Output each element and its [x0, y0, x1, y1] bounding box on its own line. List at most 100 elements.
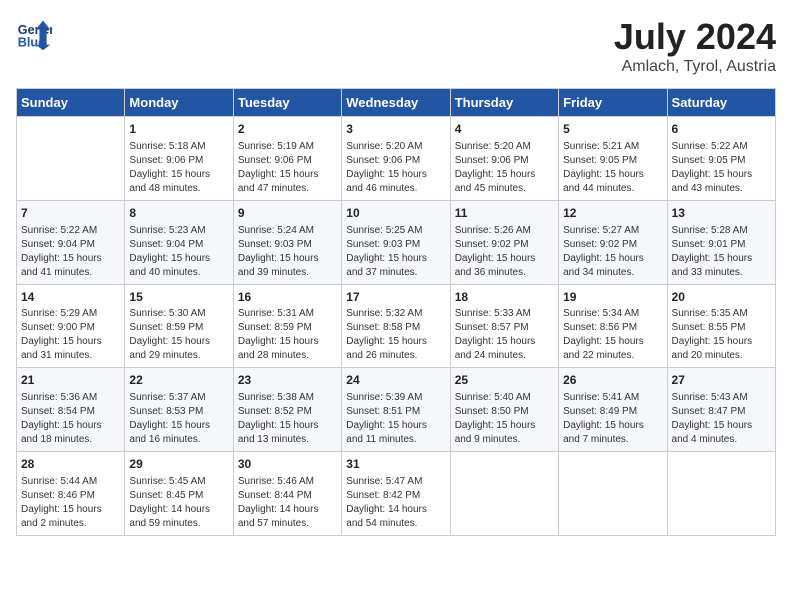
calendar-cell: 23 Sunrise: 5:38 AMSunset: 8:52 PMDayligh… — [233, 368, 341, 452]
calendar-cell — [667, 452, 775, 536]
calendar-week-row: 21Sunrise: 5:36 AMSunset: 8:54 PMDayligh… — [17, 368, 776, 452]
day-info: Sunrise: 5:24 AMSunset: 9:03 PMDaylight:… — [238, 224, 337, 280]
day-number: 20 — [672, 289, 771, 306]
logo-icon: General Blue — [16, 16, 52, 52]
calendar-table: SundayMondayTuesdayWednesdayThursdayFrid… — [16, 88, 776, 536]
day-number: 2 — [238, 121, 337, 138]
day-number: 10 — [346, 205, 445, 222]
day-number: 9 — [238, 205, 337, 222]
day-info: Sunrise: 5:46 AMSunset: 8:44 PMDaylight:… — [238, 475, 337, 531]
calendar-cell: 18Sunrise: 5:33 AMSunset: 8:57 PMDayligh… — [450, 284, 558, 368]
day-of-week-header: Friday — [559, 89, 667, 117]
day-number: 6 — [672, 121, 771, 138]
day-number: 14 — [21, 289, 120, 306]
day-info: Sunrise: 5:30 AMSunset: 8:59 PMDaylight:… — [129, 307, 228, 363]
calendar-cell: 26 Sunrise: 5:41 AMSunset: 8:49 PMDayligh… — [559, 368, 667, 452]
day-info: Sunrise: 5:33 AMSunset: 8:57 PMDaylight:… — [455, 307, 554, 363]
calendar-cell: 30Sunrise: 5:46 AMSunset: 8:44 PMDayligh… — [233, 452, 341, 536]
calendar-cell: 19Sunrise: 5:34 AMSunset: 8:56 PMDayligh… — [559, 284, 667, 368]
day-number: 1 — [129, 121, 228, 138]
calendar-week-row: 28Sunrise: 5:44 AMSunset: 8:46 PMDayligh… — [17, 452, 776, 536]
day-of-week-header: Wednesday — [342, 89, 450, 117]
day-info: Sunrise: 5:25 AMSunset: 9:03 PMDaylight:… — [346, 224, 445, 280]
title-area: July 2024 Amlach, Tyrol, Austria — [614, 16, 776, 76]
calendar-cell: 11Sunrise: 5:26 AMSunset: 9:02 PMDayligh… — [450, 200, 558, 284]
calendar-cell: 28Sunrise: 5:44 AMSunset: 8:46 PMDayligh… — [17, 452, 125, 536]
day-of-week-header: Monday — [125, 89, 233, 117]
day-number: 22 — [129, 372, 228, 389]
calendar-cell — [450, 452, 558, 536]
day-info: Sunrise: 5:36 AMSunset: 8:54 PMDaylight:… — [21, 391, 120, 447]
day-number: 27 — [672, 372, 771, 389]
day-info: Sunrise: 5:43 AMSunset: 8:47 PMDaylight:… — [672, 391, 771, 447]
day-number: 11 — [455, 205, 554, 222]
day-info: Sunrise: 5:32 AMSunset: 8:58 PMDaylight:… — [346, 307, 445, 363]
calendar-cell: 17Sunrise: 5:32 AMSunset: 8:58 PMDayligh… — [342, 284, 450, 368]
calendar-cell: 3 Sunrise: 5:20 AMSunset: 9:06 PMDaylight… — [342, 117, 450, 201]
calendar-cell: 12Sunrise: 5:27 AMSunset: 9:02 PMDayligh… — [559, 200, 667, 284]
calendar-cell: 29Sunrise: 5:45 AMSunset: 8:45 PMDayligh… — [125, 452, 233, 536]
day-number: 28 — [21, 456, 120, 473]
calendar-cell: 9 Sunrise: 5:24 AMSunset: 9:03 PMDaylight… — [233, 200, 341, 284]
day-info: Sunrise: 5:38 AMSunset: 8:52 PMDaylight:… — [238, 391, 337, 447]
day-info: Sunrise: 5:41 AMSunset: 8:49 PMDaylight:… — [563, 391, 662, 447]
day-number: 26 — [563, 372, 662, 389]
day-number: 5 — [563, 121, 662, 138]
day-number: 18 — [455, 289, 554, 306]
day-info: Sunrise: 5:39 AMSunset: 8:51 PMDaylight:… — [346, 391, 445, 447]
calendar-cell: 14Sunrise: 5:29 AMSunset: 9:00 PMDayligh… — [17, 284, 125, 368]
day-of-week-header: Tuesday — [233, 89, 341, 117]
day-info: Sunrise: 5:29 AMSunset: 9:00 PMDaylight:… — [21, 307, 120, 363]
day-info: Sunrise: 5:20 AMSunset: 9:06 PMDaylight:… — [346, 140, 445, 196]
month-title: July 2024 — [614, 16, 776, 58]
location-title: Amlach, Tyrol, Austria — [614, 58, 776, 76]
day-of-week-header: Saturday — [667, 89, 775, 117]
calendar-cell: 24 Sunrise: 5:39 AMSunset: 8:51 PMDayligh… — [342, 368, 450, 452]
day-info: Sunrise: 5:34 AMSunset: 8:56 PMDaylight:… — [563, 307, 662, 363]
calendar-cell: 25Sunrise: 5:40 AMSunset: 8:50 PMDayligh… — [450, 368, 558, 452]
calendar-cell: 7Sunrise: 5:22 AMSunset: 9:04 PMDaylight… — [17, 200, 125, 284]
logo: General Blue — [16, 16, 52, 52]
day-number: 24 — [346, 372, 445, 389]
day-number: 23 — [238, 372, 337, 389]
calendar-cell: 2 Sunrise: 5:19 AMSunset: 9:06 PMDaylight… — [233, 117, 341, 201]
calendar-header: SundayMondayTuesdayWednesdayThursdayFrid… — [17, 89, 776, 117]
day-info: Sunrise: 5:37 AMSunset: 8:53 PMDaylight:… — [129, 391, 228, 447]
day-info: Sunrise: 5:28 AMSunset: 9:01 PMDaylight:… — [672, 224, 771, 280]
calendar-header-row: SundayMondayTuesdayWednesdayThursdayFrid… — [17, 89, 776, 117]
calendar-cell: 8 Sunrise: 5:23 AMSunset: 9:04 PMDaylight… — [125, 200, 233, 284]
calendar-cell: 5 Sunrise: 5:21 AMSunset: 9:05 PMDaylight… — [559, 117, 667, 201]
day-info: Sunrise: 5:31 AMSunset: 8:59 PMDaylight:… — [238, 307, 337, 363]
day-info: Sunrise: 5:19 AMSunset: 9:06 PMDaylight:… — [238, 140, 337, 196]
day-number: 4 — [455, 121, 554, 138]
day-info: Sunrise: 5:45 AMSunset: 8:45 PMDaylight:… — [129, 475, 228, 531]
day-number: 13 — [672, 205, 771, 222]
day-number: 31 — [346, 456, 445, 473]
day-number: 12 — [563, 205, 662, 222]
calendar-cell: 16Sunrise: 5:31 AMSunset: 8:59 PMDayligh… — [233, 284, 341, 368]
day-info: Sunrise: 5:22 AMSunset: 9:04 PMDaylight:… — [21, 224, 120, 280]
day-number: 15 — [129, 289, 228, 306]
day-number: 17 — [346, 289, 445, 306]
day-info: Sunrise: 5:23 AMSunset: 9:04 PMDaylight:… — [129, 224, 228, 280]
page-header: General Blue July 2024 Amlach, Tyrol, Au… — [16, 16, 776, 76]
calendar-cell: 4 Sunrise: 5:20 AMSunset: 9:06 PMDaylight… — [450, 117, 558, 201]
calendar-week-row: 14Sunrise: 5:29 AMSunset: 9:00 PMDayligh… — [17, 284, 776, 368]
day-number: 8 — [129, 205, 228, 222]
day-info: Sunrise: 5:40 AMSunset: 8:50 PMDaylight:… — [455, 391, 554, 447]
calendar-cell: 31 Sunrise: 5:47 AMSunset: 8:42 PMDayligh… — [342, 452, 450, 536]
calendar-week-row: 7Sunrise: 5:22 AMSunset: 9:04 PMDaylight… — [17, 200, 776, 284]
calendar-cell: 15Sunrise: 5:30 AMSunset: 8:59 PMDayligh… — [125, 284, 233, 368]
day-number: 16 — [238, 289, 337, 306]
day-info: Sunrise: 5:18 AMSunset: 9:06 PMDaylight:… — [129, 140, 228, 196]
day-of-week-header: Sunday — [17, 89, 125, 117]
calendar-cell — [17, 117, 125, 201]
day-number: 19 — [563, 289, 662, 306]
calendar-cell: 1 Sunrise: 5:18 AMSunset: 9:06 PMDaylight… — [125, 117, 233, 201]
day-info: Sunrise: 5:20 AMSunset: 9:06 PMDaylight:… — [455, 140, 554, 196]
day-info: Sunrise: 5:47 AMSunset: 8:42 PMDaylight:… — [346, 475, 445, 531]
day-number: 3 — [346, 121, 445, 138]
day-of-week-header: Thursday — [450, 89, 558, 117]
day-info: Sunrise: 5:21 AMSunset: 9:05 PMDaylight:… — [563, 140, 662, 196]
day-info: Sunrise: 5:35 AMSunset: 8:55 PMDaylight:… — [672, 307, 771, 363]
